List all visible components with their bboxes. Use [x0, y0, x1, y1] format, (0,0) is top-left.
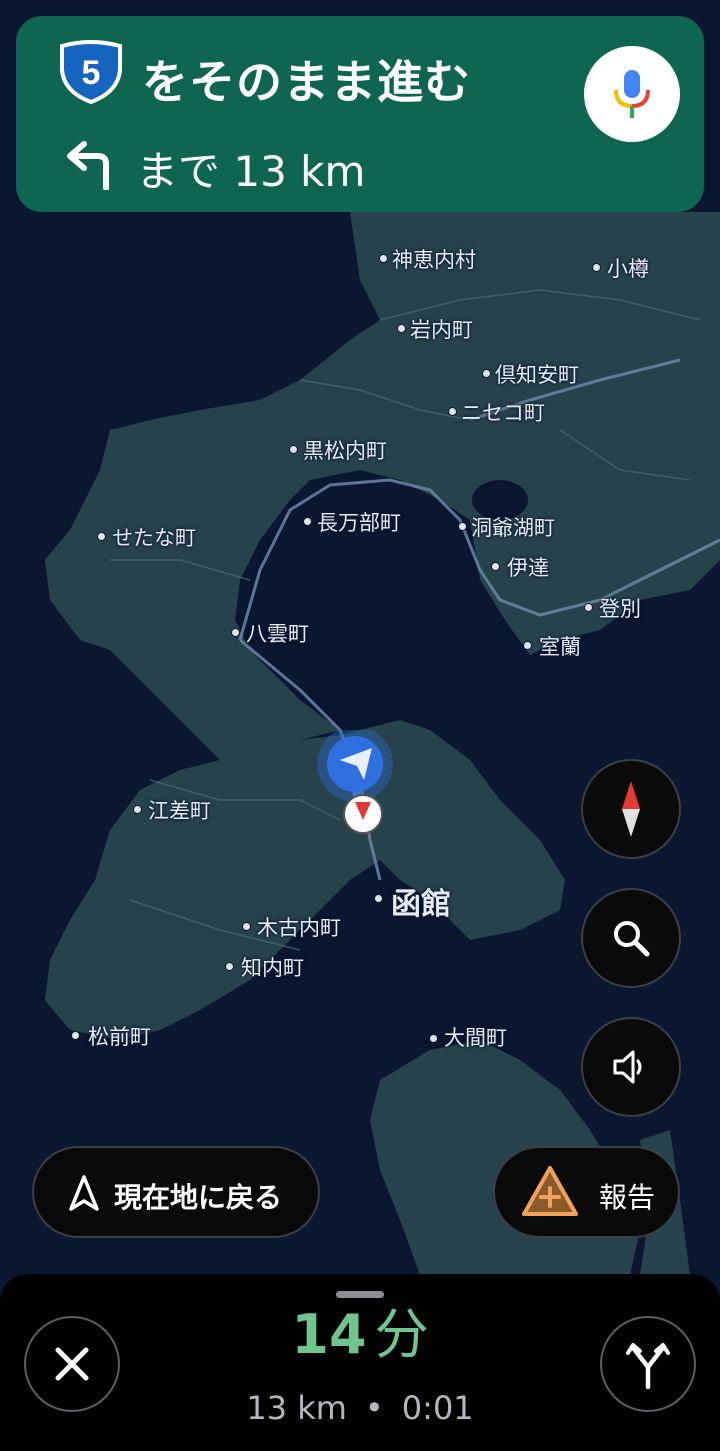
city-label-noboribetsu: 登別: [599, 597, 641, 621]
city-label-hakodate: 函館: [391, 887, 451, 922]
city-dot-otaru: [592, 263, 601, 272]
eta-value: 14: [291, 1303, 367, 1366]
city-dot-kutchan: [482, 369, 491, 378]
city-dot-niseko: [448, 407, 457, 416]
search-button[interactable]: [581, 888, 681, 988]
city-label-kikonai: 木古内町: [257, 916, 341, 940]
report-warning-plus-icon: [522, 1166, 578, 1216]
city-dot-oshamambe: [303, 517, 312, 526]
city-label-muroran: 室蘭: [539, 635, 581, 659]
separator-dot: •: [364, 1389, 384, 1427]
trip-summary-sheet[interactable]: 14 分 13 km • 0:01: [0, 1274, 720, 1451]
instruction-text: をそのまま進む: [142, 55, 471, 109]
city-label-kuromatsunai: 黒松内町: [303, 439, 387, 463]
city-label-yakumo: 八雲町: [246, 622, 309, 646]
city-label-otaru: 小樽: [607, 257, 649, 281]
city-label-setana: せたな町: [112, 526, 196, 550]
city-label-oshamambe: 長万部町: [317, 511, 401, 535]
eta-unit: 分: [374, 1303, 429, 1366]
city-label-date: 伊達: [507, 556, 549, 580]
city-label-esashi: 江差町: [148, 799, 211, 823]
city-dot-oma: [429, 1034, 438, 1043]
city-label-oma: 大間町: [444, 1026, 507, 1050]
navigation-arrow-icon: [69, 1175, 99, 1211]
city-label-iwanai: 岩内町: [410, 318, 473, 342]
microphone-icon: [614, 70, 650, 118]
voice-search-button[interactable]: [584, 46, 680, 142]
remaining-distance: 13 km: [246, 1389, 347, 1427]
city-dot-noboribetsu: [584, 603, 593, 612]
navigation-banner[interactable]: 5 をそのまま進む まで 13 km: [16, 16, 704, 212]
city-dot-matsumae: [71, 1031, 80, 1040]
city-label-shiriuchi: 知内町: [241, 956, 304, 980]
recenter-label: 現在地に戻る: [114, 1181, 283, 1214]
city-dot-kamoenai: [379, 254, 388, 263]
route-fork-icon: [626, 1343, 670, 1389]
city-dot-muroran: [523, 641, 532, 650]
city-label-niseko: ニセコ町: [461, 401, 545, 425]
city-dot-date: [491, 562, 500, 571]
city-label-matsumae: 松前町: [88, 1025, 151, 1049]
destination-pin-icon: [343, 794, 383, 834]
city-dot-iwanai: [397, 324, 406, 333]
city-dot-kikonai: [242, 922, 251, 931]
route-5-shield-icon: 5: [60, 40, 122, 104]
distance-to-turn: まで 13 km: [136, 147, 366, 196]
arrival-time: 0:01: [401, 1389, 474, 1427]
route-number: 5: [82, 54, 101, 92]
city-label-kutchan: 倶知安町: [495, 363, 579, 387]
turn-left-arrow-icon: [67, 141, 109, 190]
city-label-kamoenai: 神恵内村: [392, 248, 476, 272]
compass-button[interactable]: [581, 759, 681, 859]
search-icon: [614, 921, 650, 957]
sound-button[interactable]: [581, 1017, 681, 1117]
city-dot-setana: [97, 532, 106, 541]
city-label-toyako: 洞爺湖町: [471, 516, 555, 540]
city-dot-toyako: [458, 522, 467, 531]
report-button[interactable]: 報告: [493, 1146, 680, 1238]
report-label: 報告: [599, 1181, 656, 1214]
speaker-icon: [613, 1050, 642, 1084]
alternate-routes-button[interactable]: [600, 1316, 696, 1412]
city-dot-yakumo: [231, 628, 240, 637]
drag-handle[interactable]: [336, 1291, 384, 1298]
city-dot-kuromatsunai: [289, 445, 298, 454]
city-dot-esashi: [133, 805, 142, 814]
city-dot-hakodate: [374, 894, 383, 903]
city-dot-shiriuchi: [225, 962, 234, 971]
recenter-button[interactable]: 現在地に戻る: [32, 1146, 320, 1238]
compass-icon: [622, 781, 640, 837]
